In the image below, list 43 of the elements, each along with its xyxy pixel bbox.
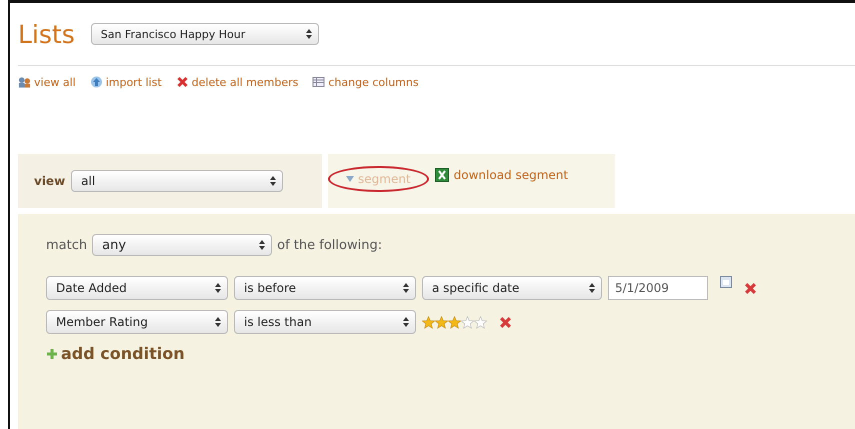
remove-icon[interactable] xyxy=(744,282,757,294)
action-link[interactable]: delete all members xyxy=(176,74,298,90)
action-link[interactable]: import list xyxy=(90,74,162,90)
caret-icon xyxy=(346,176,354,182)
updown-arrows-icon xyxy=(215,317,221,327)
download-link[interactable]: download segment xyxy=(434,168,568,182)
remove-icon[interactable] xyxy=(499,316,512,328)
star-icon xyxy=(422,316,435,328)
updown-arrows-icon xyxy=(403,317,409,327)
columns-icon xyxy=(312,76,326,88)
action-link[interactable]: change columns xyxy=(312,74,419,90)
condition-select[interactable]: is less than xyxy=(234,310,416,334)
add-condition-link[interactable]: add condition xyxy=(46,344,855,363)
upload-icon xyxy=(90,76,103,88)
match-suffix: of the following: xyxy=(277,238,382,252)
people-icon xyxy=(18,76,31,88)
date-field[interactable]: 5/1/2009 xyxy=(608,276,708,300)
match-select[interactable]: any xyxy=(92,234,272,256)
condition-select[interactable]: a specific date xyxy=(422,276,602,300)
delete-icon xyxy=(176,76,189,88)
star-icon xyxy=(474,316,487,328)
star-icon xyxy=(435,316,448,328)
match-label: match xyxy=(46,238,88,252)
condition-select[interactable]: Member Rating xyxy=(46,310,228,334)
condition-select[interactable]: is before xyxy=(234,276,416,300)
updown-arrows-icon xyxy=(215,283,221,293)
star-icon xyxy=(461,316,474,328)
updown-arrows-icon xyxy=(403,283,409,293)
star-icon xyxy=(448,316,461,328)
star-rating[interactable] xyxy=(422,316,487,328)
view-label: view xyxy=(34,174,66,188)
calendar-icon[interactable] xyxy=(720,276,732,288)
updown-arrows-icon xyxy=(259,240,266,250)
condition-select[interactable]: Date Added xyxy=(46,276,228,300)
updown-arrows-icon xyxy=(270,176,276,186)
action-link[interactable]: view all xyxy=(18,74,76,90)
updown-arrows-icon xyxy=(589,283,595,293)
updown-arrows-icon xyxy=(306,29,312,39)
page-title: Lists xyxy=(18,20,75,48)
list-select[interactable]: San Francisco Happy Hour xyxy=(90,23,319,45)
spreadsheet-icon xyxy=(434,168,449,182)
view-select[interactable]: all xyxy=(71,170,284,192)
plus-icon xyxy=(46,348,58,360)
